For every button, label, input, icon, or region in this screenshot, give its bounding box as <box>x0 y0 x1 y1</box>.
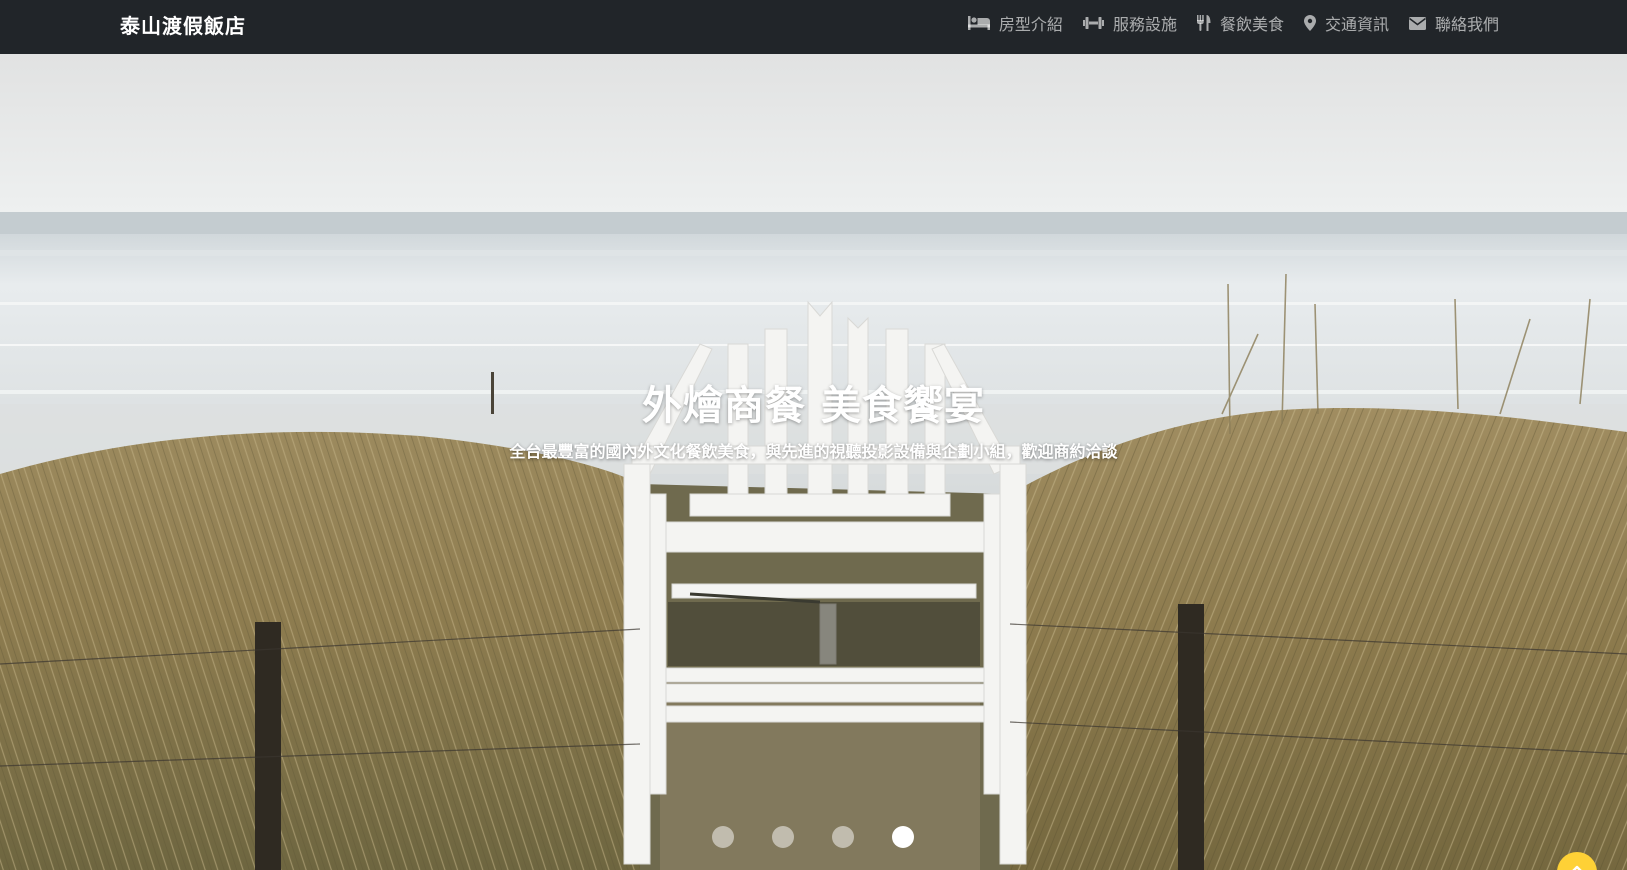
carousel-indicator-2[interactable] <box>772 826 794 848</box>
nav-item-rooms[interactable]: 房型介紹 <box>967 11 1063 35</box>
dumbbell-icon <box>1082 17 1104 29</box>
hero-background-image <box>0 54 1627 870</box>
nav-item-contact[interactable]: 聯絡我們 <box>1408 11 1499 35</box>
brand-logo-link[interactable]: 泰山渡假飯店 <box>120 10 246 39</box>
nav-links: 房型介紹 服務設施 餐飲美食 交通資訊 聯絡我們 <box>948 0 1499 46</box>
nav-item-label: 聯絡我們 <box>1434 15 1499 34</box>
nav-item-label: 房型介紹 <box>998 15 1063 34</box>
nav-item-dining[interactable]: 餐飲美食 <box>1196 11 1284 35</box>
bed-icon <box>967 16 990 30</box>
nav-item-transport[interactable]: 交通資訊 <box>1303 11 1389 35</box>
utensils-icon <box>1196 15 1211 31</box>
top-navbar: 泰山渡假飯店 房型介紹 服務設施 餐飲美食 交通資訊 聯絡我們 <box>0 0 1627 54</box>
carousel-indicator-4-active[interactable] <box>892 826 914 848</box>
double-chevron-up-icon <box>1572 865 1582 870</box>
carousel-indicator-3[interactable] <box>832 826 854 848</box>
envelope-icon <box>1408 16 1426 30</box>
nav-item-label: 交通資訊 <box>1324 15 1389 34</box>
nav-item-facilities[interactable]: 服務設施 <box>1082 11 1177 35</box>
carousel-indicator-1[interactable] <box>712 826 734 848</box>
hero-carousel: 外燴商餐 美食饗宴 全台最豐富的國內外文化餐飲美食，與先進的視聽投影設備與企劃小… <box>0 54 1627 870</box>
nav-item-label: 服務設施 <box>1112 15 1177 34</box>
carousel-indicators <box>712 826 952 848</box>
nav-item-label: 餐飲美食 <box>1219 15 1284 34</box>
map-marker-icon <box>1303 15 1316 31</box>
